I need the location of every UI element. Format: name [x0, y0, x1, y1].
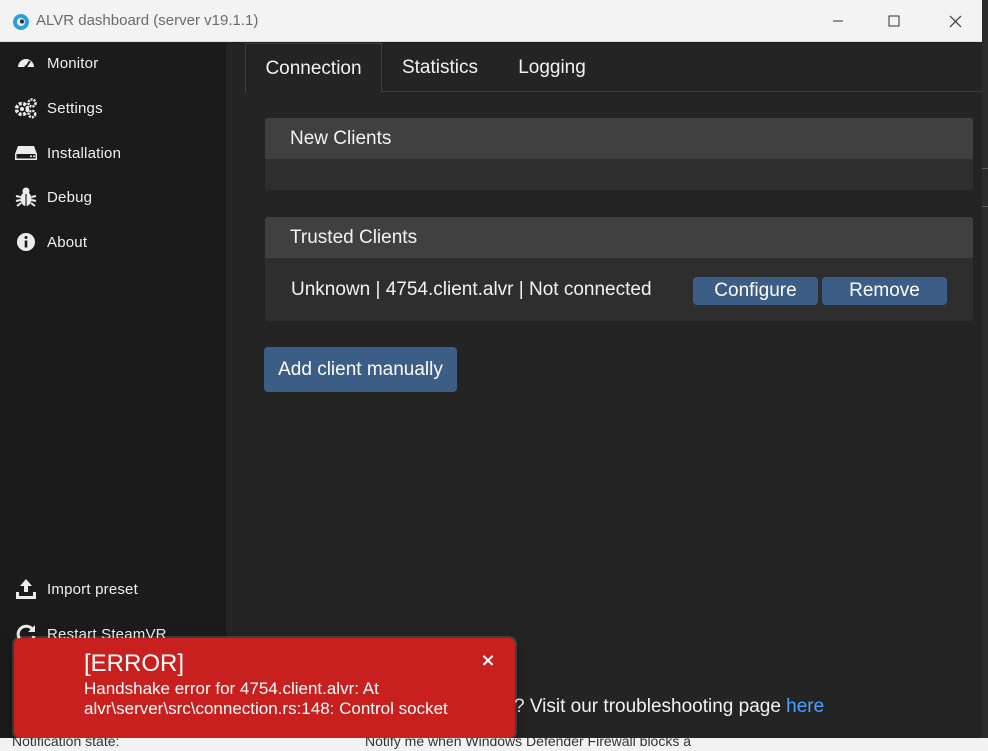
- tab-bar: Connection Statistics Logging: [245, 43, 982, 93]
- import-preset-label: Import preset: [47, 580, 138, 598]
- background-window-strip: Notification state: Notify me when Windo…: [0, 738, 988, 751]
- sidebar-item-monitor[interactable]: Monitor: [14, 51, 98, 75]
- toast-message: Handshake error for 4754.client.alvr: At…: [84, 679, 448, 718]
- sidebar-item-label: About: [47, 233, 88, 251]
- gears-icon: [14, 96, 38, 120]
- remove-button[interactable]: Remove: [822, 277, 947, 305]
- background-window-edge: [982, 0, 988, 751]
- sidebar-item-debug[interactable]: Debug: [14, 185, 92, 209]
- gauge-icon: [14, 51, 38, 75]
- alvr-dashboard-window: ALVR dashboard (server v19.1.1) Monitor: [0, 0, 988, 751]
- sidebar: Monitor Settings Installation Debug Abou…: [0, 43, 226, 738]
- sidebar-item-label: Settings: [47, 99, 103, 117]
- divider: [982, 168, 988, 169]
- new-clients-panel: New Clients: [265, 118, 973, 190]
- minimize-icon: [833, 20, 843, 22]
- import-preset-button[interactable]: Import preset: [14, 577, 138, 601]
- info-icon: [14, 230, 38, 254]
- close-icon: [949, 15, 961, 27]
- troubleshooting-link[interactable]: here: [786, 696, 824, 717]
- sidebar-item-label: Monitor: [47, 54, 99, 72]
- trusted-client-info: Unknown | 4754.client.alvr | Not connect…: [291, 279, 652, 300]
- sidebar-item-about[interactable]: About: [14, 230, 87, 254]
- bug-icon: [14, 185, 38, 209]
- toast-title: [ERROR]: [84, 650, 185, 677]
- hdd-icon: [14, 141, 38, 165]
- tab-label: Connection: [265, 57, 362, 79]
- tab-connection[interactable]: Connection: [245, 43, 382, 93]
- configure-button[interactable]: Configure: [693, 277, 818, 305]
- sidebar-item-label: Debug: [47, 188, 93, 206]
- close-window-button[interactable]: [942, 8, 968, 34]
- upload-icon: [14, 577, 38, 601]
- new-clients-header: New Clients: [265, 118, 973, 159]
- maximize-icon: [888, 15, 900, 27]
- sidebar-item-settings[interactable]: Settings: [14, 96, 103, 120]
- background-value: Notify me when Windows Defender Firewall…: [365, 738, 692, 749]
- troubleshooting-text: ? Visit our troubleshooting page here: [514, 696, 824, 718]
- error-toast: [ERROR] Handshake error for 4754.client.…: [14, 638, 515, 738]
- minimize-button[interactable]: [825, 8, 851, 34]
- close-icon[interactable]: ×: [480, 650, 496, 671]
- sidebar-item-label: Installation: [47, 144, 122, 162]
- sidebar-item-installation[interactable]: Installation: [14, 141, 121, 165]
- trusted-clients-panel: Trusted Clients Unknown | 4754.client.al…: [265, 217, 973, 321]
- tab-statistics[interactable]: Statistics: [385, 43, 495, 92]
- alvr-logo-icon: [13, 14, 29, 30]
- tab-label: Statistics: [401, 56, 479, 78]
- troubleshooting-prefix: ? Visit our troubleshooting page: [514, 696, 787, 717]
- tab-logging[interactable]: Logging: [503, 43, 601, 92]
- window-title: ALVR dashboard (server v19.1.1): [36, 12, 259, 29]
- background-label: Notification state:: [12, 738, 120, 749]
- add-client-manually-button[interactable]: Add client manually: [264, 347, 457, 392]
- title-bar[interactable]: ALVR dashboard (server v19.1.1): [0, 0, 988, 42]
- tab-label: Logging: [518, 56, 586, 78]
- maximize-button[interactable]: [881, 8, 907, 34]
- divider: [982, 206, 988, 207]
- trusted-clients-header: Trusted Clients: [265, 217, 973, 258]
